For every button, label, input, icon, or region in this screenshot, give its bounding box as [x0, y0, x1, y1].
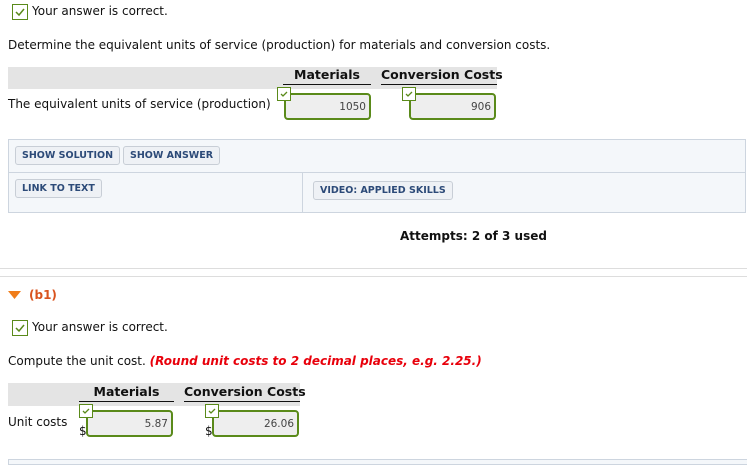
show-solution-button[interactable]: SHOW SOLUTION — [15, 146, 121, 165]
conversion-input[interactable]: 906 — [409, 93, 496, 120]
question-text: Determine the equivalent units of servic… — [8, 38, 551, 52]
next-panel — [8, 459, 747, 465]
correct-check-icon — [79, 404, 93, 418]
attempts-text: Attempts: 2 of 3 used — [400, 229, 547, 243]
correct-check-icon — [12, 320, 28, 336]
correct-check-icon — [205, 404, 219, 418]
link-to-text-button[interactable]: LINK TO TEXT — [15, 179, 102, 198]
conversion-unit-cost-input[interactable]: 26.06 — [212, 410, 299, 437]
feedback-text: Your answer is correct. — [32, 4, 168, 18]
column-header-materials: Materials — [283, 67, 371, 85]
section-label-b1: (b1) — [29, 288, 57, 302]
correct-check-icon — [277, 87, 291, 101]
row-label: The equivalent units of service (product… — [8, 97, 271, 111]
materials-input[interactable]: 1050 — [284, 93, 371, 120]
collapse-triangle-icon[interactable] — [8, 291, 21, 299]
rounding-instruction: (Round unit costs to 2 decimal places, e… — [149, 354, 482, 368]
show-answer-button[interactable]: SHOW ANSWER — [123, 146, 221, 165]
column-header-conversion: Conversion Costs — [381, 67, 503, 85]
column-header-materials: Materials — [79, 384, 174, 402]
materials-unit-cost-input[interactable]: 5.87 — [86, 410, 173, 437]
correct-check-icon — [402, 87, 416, 101]
video-applied-skills-button[interactable]: VIDEO: APPLIED SKILLS — [313, 181, 453, 200]
row-label: Unit costs — [8, 415, 68, 429]
feedback-text: Your answer is correct. — [32, 320, 168, 334]
question-text: Compute the unit cost. — [8, 354, 146, 368]
column-header-conversion: Conversion Costs — [184, 384, 306, 402]
correct-check-icon — [12, 4, 28, 20]
